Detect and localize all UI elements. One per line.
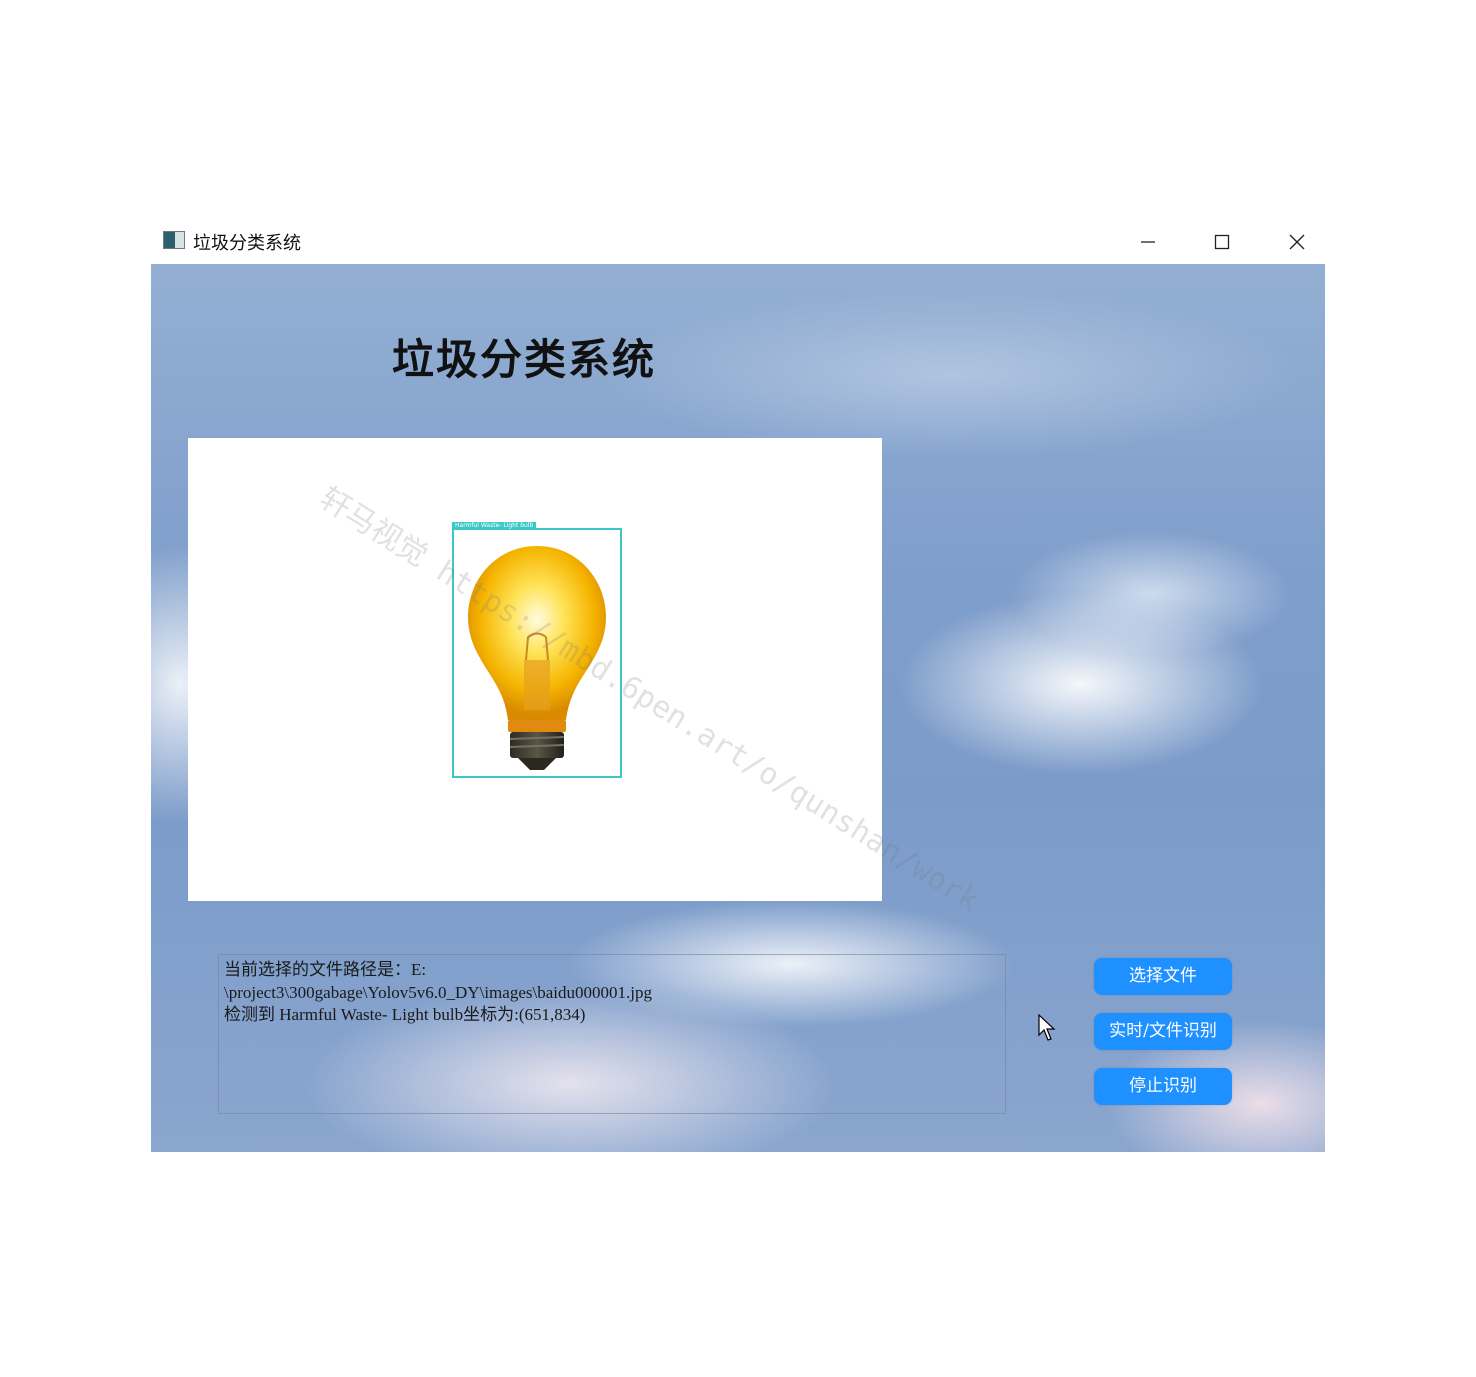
log-line: 检测到 Harmful Waste- Light bulb坐标为:(651,83… (224, 1005, 586, 1024)
minimize-button[interactable] (1111, 221, 1185, 264)
mouse-cursor-icon (1038, 1014, 1056, 1041)
title-bar[interactable]: 垃圾分类系统 (151, 221, 1325, 264)
realtime-file-detect-button[interactable]: 实时/文件识别 (1094, 1013, 1232, 1050)
client-area: 垃圾分类系统 Harmful Waste- Light bulb 轩马视觉 ht… (151, 264, 1325, 1152)
maximize-button[interactable] (1185, 221, 1259, 264)
maximize-icon (1214, 234, 1230, 250)
app-heading: 垃圾分类系统 (392, 335, 657, 384)
close-button[interactable] (1260, 221, 1334, 264)
minimize-icon (1141, 241, 1155, 243)
close-icon (1289, 234, 1305, 250)
app-icon (163, 231, 185, 249)
app-window: 垃圾分类系统 垃圾分类系统 Harmful Waste- Light bulb … (151, 221, 1325, 1152)
detection-bounding-box (452, 528, 622, 778)
log-line: \project3\300gabage\Yolov5v6.0_DY\images… (224, 982, 652, 1002)
log-line: 当前选择的文件路径是：E: (224, 960, 427, 979)
select-file-button[interactable]: 选择文件 (1094, 958, 1232, 995)
stop-detect-button[interactable]: 停止识别 (1094, 1068, 1232, 1105)
window-title: 垃圾分类系统 (193, 233, 301, 254)
detection-label: Harmful Waste- Light bulb (452, 522, 537, 529)
result-log[interactable]: 当前选择的文件路径是：E: \project3\300gabage\Yolov5… (218, 954, 1006, 1114)
image-display-panel: Harmful Waste- Light bulb (188, 438, 882, 901)
